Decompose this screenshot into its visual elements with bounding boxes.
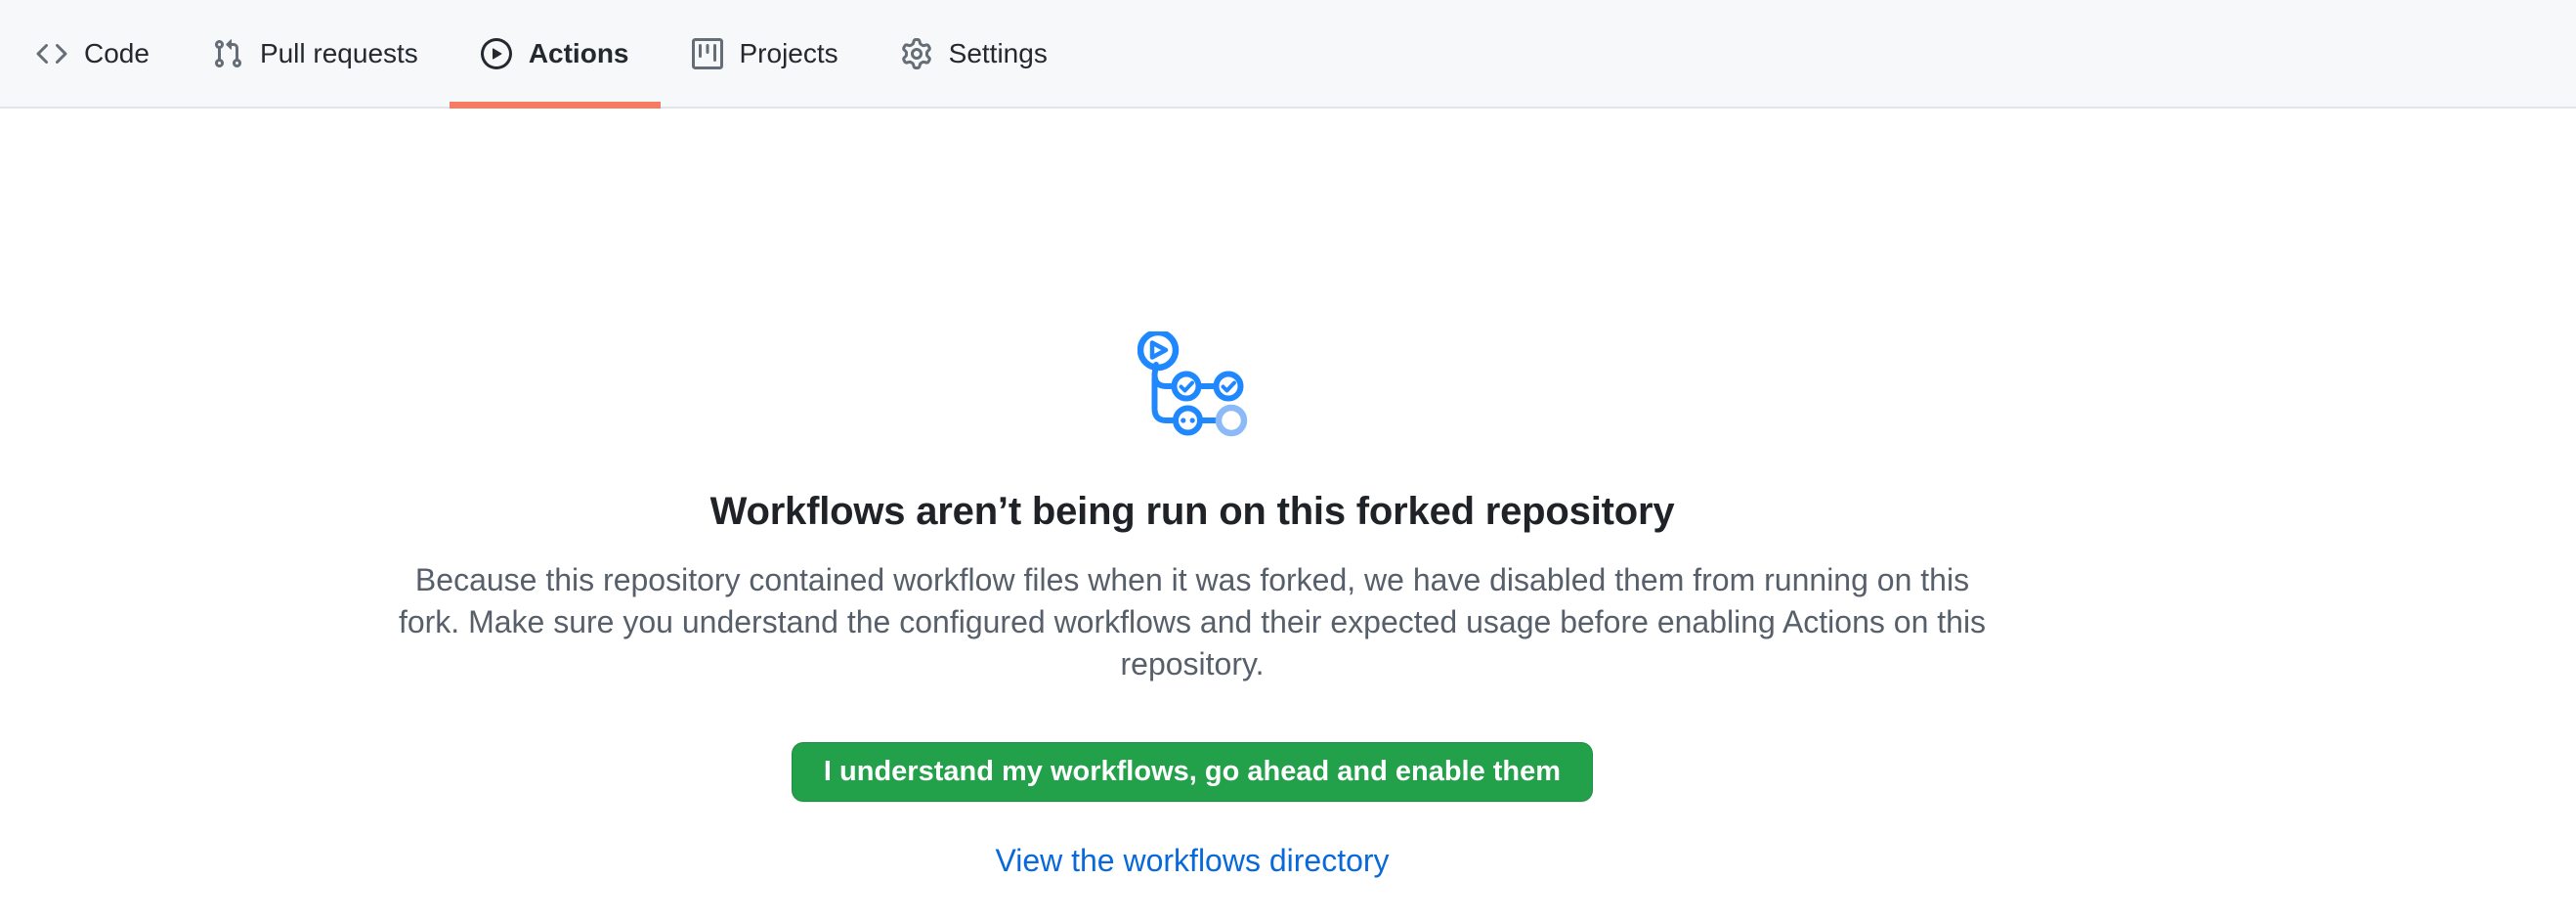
play-icon [481,38,512,69]
repo-tab-bar: Code Pull requests Actions Projects Sett… [0,0,2576,109]
tab-actions-label: Actions [529,40,629,67]
tab-settings[interactable]: Settings [870,0,1079,107]
blankslate-description: Because this repository contained workfl… [394,559,1992,685]
tab-settings-label: Settings [949,40,1048,67]
code-icon [36,38,67,69]
tab-actions[interactable]: Actions [450,0,661,107]
tab-pull-requests-label: Pull requests [260,40,418,67]
workflow-graph-icon [1138,331,1248,439]
tab-code[interactable]: Code [5,0,181,107]
git-pull-request-icon [212,38,243,69]
gear-icon [901,38,932,69]
tab-pull-requests[interactable]: Pull requests [181,0,450,107]
project-icon [692,38,723,69]
tab-projects-label: Projects [740,40,838,67]
view-workflows-directory-link[interactable]: View the workflows directory [995,843,1389,879]
enable-workflows-button[interactable]: I understand my workflows, go ahead and … [792,742,1593,802]
actions-disabled-blankslate: Workflows aren’t being run on this forke… [381,109,2003,879]
tab-projects[interactable]: Projects [661,0,870,107]
blankslate-heading: Workflows aren’t being run on this forke… [381,490,2003,534]
tab-code-label: Code [84,40,150,67]
